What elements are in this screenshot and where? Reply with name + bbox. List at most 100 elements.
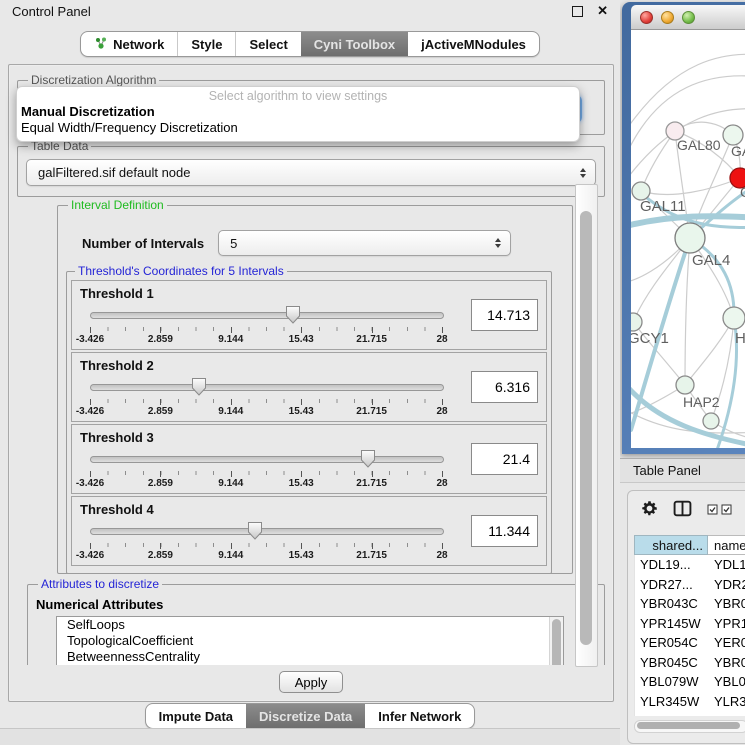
tab-style[interactable]: Style	[177, 32, 235, 56]
table-panel-title: Table Panel	[633, 463, 701, 478]
table-row[interactable]: YDL19...YDL19...	[635, 555, 745, 575]
group-title: Interval Definition	[68, 198, 167, 212]
vertical-scrollbar[interactable]	[575, 184, 598, 667]
scrollbar-thumb[interactable]	[637, 722, 740, 729]
slider-thumb[interactable]	[285, 305, 301, 325]
table-row[interactable]: YBR043CYBR043C	[635, 594, 745, 614]
GCY1-node[interactable]	[631, 313, 642, 331]
column-header-shared-name[interactable]: shared...	[634, 535, 708, 555]
attribute-item[interactable]: BetweennessCentrality	[57, 649, 563, 665]
right-node[interactable]	[723, 307, 745, 329]
table-row[interactable]: YIL052CYIL052C	[635, 711, 745, 716]
gear-icon[interactable]	[641, 500, 658, 522]
zoom-traffic-light[interactable]	[682, 11, 695, 24]
table-data-select[interactable]: galFiltered.sif default node	[26, 159, 596, 186]
table-cell: YDR27...	[635, 577, 709, 592]
threshold-4-value-input[interactable]	[471, 515, 538, 547]
table-cell: YER054C	[709, 635, 745, 650]
table-cell: YDL19...	[635, 557, 709, 572]
numerical-attributes-list[interactable]: SelfLoopsTopologicalCoefficientBetweenne…	[56, 616, 564, 665]
slider-tick-labels: -3.4262.8599.14415.4321.71528	[90, 550, 442, 561]
table-row[interactable]: YER054CYER054C	[635, 633, 745, 653]
dropdown-option-equal-width[interactable]: Equal Width/Frequency Discretization	[17, 120, 579, 136]
threshold-3-box: Threshold 3 -3.4262.8599.14415.4321.7152…	[71, 424, 547, 494]
tab-infer-network[interactable]: Infer Network	[365, 704, 474, 728]
top-right-node[interactable]	[723, 125, 743, 145]
threshold-label: Threshold 4	[72, 497, 546, 517]
table-cell: YBL079W	[635, 674, 709, 689]
table-panel-header[interactable]: Table Panel	[620, 458, 745, 483]
application-window: Control Panel ✕ Network	[0, 0, 745, 745]
threshold-1-box: Threshold 1 -3.4262.8599.14	[71, 280, 547, 350]
list-scrollbar[interactable]	[549, 617, 563, 665]
threshold-2-slider[interactable]: -3.4262.8599.14415.4321.71528	[90, 377, 442, 417]
node-label: HAP2	[683, 394, 720, 410]
threshold-2-value-input[interactable]	[471, 371, 538, 403]
panel-title: Control Panel	[12, 4, 91, 19]
dropdown-option-manual[interactable]: Manual Discretization	[17, 104, 579, 120]
slider-ticks	[90, 471, 442, 475]
num-intervals-select[interactable]: 5	[218, 230, 511, 256]
table-data-group: Table Data galFiltered.sif default node	[17, 139, 605, 197]
bottom-tab-bar: Impute Data Discretize Data Infer Networ…	[0, 703, 620, 729]
control-panel: Control Panel ✕ Network	[0, 0, 621, 745]
float-window-icon[interactable]	[572, 6, 583, 17]
threshold-4-slider[interactable]: -3.4262.8599.14415.4321.71528	[90, 521, 442, 561]
threshold-label: Threshold 3	[72, 425, 546, 445]
bottom-node[interactable]	[703, 413, 719, 429]
table-toolbar	[628, 491, 745, 531]
columns-icon[interactable]	[673, 500, 692, 522]
threshold-1-value-input[interactable]	[471, 299, 538, 331]
tab-select[interactable]: Select	[235, 32, 300, 56]
attribute-item[interactable]: TopologicalCoefficient	[57, 633, 563, 649]
dropdown-placeholder: Select algorithm to view settings	[17, 89, 579, 104]
checkbox-icon[interactable]	[721, 502, 732, 520]
slider-thumb[interactable]	[247, 521, 263, 541]
table-cell: YBR045C	[635, 655, 709, 670]
table-cell: YDR27...	[709, 577, 745, 592]
close-icon[interactable]: ✕	[597, 3, 608, 19]
scrollbar-thumb[interactable]	[580, 211, 592, 645]
network-canvas[interactable]: GAL80GACGAL11GAL4GCY1HHAP2	[631, 30, 745, 448]
checkbox-icon[interactable]	[707, 502, 718, 520]
tab-impute-data[interactable]: Impute Data	[146, 704, 246, 728]
right-column: GAL80GACGAL11GAL4GCY1HHAP2 Table Panel	[620, 0, 745, 745]
slider-track	[90, 312, 444, 319]
slider-thumb[interactable]	[360, 449, 376, 469]
close-traffic-light[interactable]	[640, 11, 653, 24]
table-row[interactable]: YDR27...YDR27...	[635, 575, 745, 595]
network-icon	[94, 36, 108, 53]
horizontal-scrollbar[interactable]	[634, 720, 745, 733]
table-row[interactable]: YLR345WYLR345W	[635, 692, 745, 712]
HAP2-node[interactable]	[676, 376, 694, 394]
table-cell: YER054C	[635, 635, 709, 650]
table-cell: YBR045C	[709, 655, 745, 670]
group-title: Threshold's Coordinates for 5 Intervals	[75, 264, 287, 278]
network-window-titlebar[interactable]	[631, 5, 745, 30]
GAL4-node[interactable]	[675, 223, 705, 253]
tab-discretize-data[interactable]: Discretize Data	[246, 704, 365, 728]
slider-ticks	[90, 543, 442, 547]
tab-cyni-toolbox[interactable]: Cyni Toolbox	[301, 32, 408, 56]
column-header-name[interactable]: name	[708, 535, 745, 555]
apply-button[interactable]: Apply	[279, 671, 343, 693]
threshold-3-slider[interactable]: -3.4262.8599.14415.4321.71528	[90, 449, 442, 489]
table-row[interactable]: YBL079WYBL079W	[635, 672, 745, 692]
table-row[interactable]: YPR145WYPR145W	[635, 614, 745, 634]
table-row[interactable]: YBR045CYBR045C	[635, 653, 745, 673]
table-cell: YPR145W	[635, 616, 709, 631]
slider-track	[90, 456, 444, 463]
minimize-traffic-light[interactable]	[661, 11, 674, 24]
slider-tick-labels: -3.4262.8599.14415.4321.71528	[90, 478, 442, 489]
table-cell: YLR345W	[709, 694, 745, 709]
attribute-item[interactable]: SelfLoops	[57, 617, 563, 633]
control-panel-titlebar: Control Panel ✕	[0, 0, 620, 22]
settings-scroll-area: Interval Definition Number of Intervals …	[17, 193, 605, 665]
tab-network[interactable]: Network	[81, 32, 177, 56]
threshold-1-slider[interactable]: -3.4262.8599.14415.4321.71528	[90, 305, 442, 345]
slider-thumb[interactable]	[191, 377, 207, 397]
table-cell: YBL079W	[709, 674, 745, 689]
slider-tick-labels: -3.4262.8599.14415.4321.71528	[90, 406, 442, 417]
threshold-3-value-input[interactable]	[471, 443, 538, 475]
tab-jactivemnodules[interactable]: jActiveMNodules	[408, 32, 539, 56]
